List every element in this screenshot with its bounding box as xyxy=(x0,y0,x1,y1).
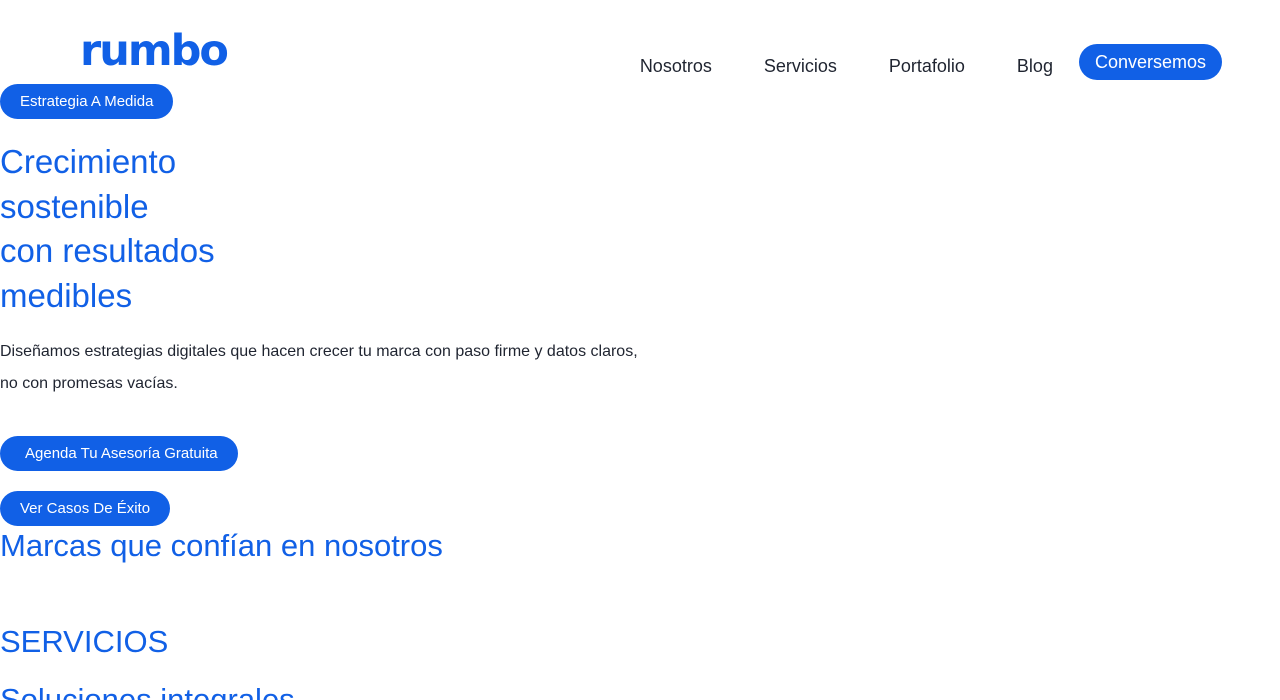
hero-subtitle: Diseñamos estrategias digitales que hace… xyxy=(0,343,638,392)
success-cases-button[interactable]: Ver Casos De Éxito xyxy=(0,491,171,526)
hero-title-line: con resultados xyxy=(0,232,215,269)
main-nav: Nosotros Servicios Portafolio Blog Conve… xyxy=(640,44,1222,80)
nav-link-portafolio[interactable]: Portafolio xyxy=(889,44,965,88)
rumbo-logo[interactable]: rumbo xyxy=(80,30,229,73)
services-section-title: Soluciones integrales xyxy=(0,682,295,700)
hero-title-line: sostenible xyxy=(0,187,149,225)
strategy-badge[interactable]: Estrategia A Medida xyxy=(0,84,174,119)
brands-section-title: Marcas que confían en nosotros xyxy=(0,528,443,563)
hero-title-line: Crecimiento xyxy=(0,143,177,180)
page: rumbo Nosotros Servicios Portafolio Blog… xyxy=(0,0,1280,700)
nav-link-blog[interactable]: Blog xyxy=(1017,44,1053,88)
hero-title-line: medibles xyxy=(0,276,133,314)
hero-title: Crecimiento sostenible con resultados me… xyxy=(0,140,300,318)
services-section-label: SERVICIOS xyxy=(0,624,169,659)
nav-link-servicios[interactable]: Servicios xyxy=(764,44,837,88)
conversemos-button[interactable]: Conversemos xyxy=(1078,44,1222,80)
free-consultation-button[interactable]: Agenda Tu Asesoría Gratuita xyxy=(0,436,238,471)
nav-link-nosotros[interactable]: Nosotros xyxy=(640,44,712,88)
